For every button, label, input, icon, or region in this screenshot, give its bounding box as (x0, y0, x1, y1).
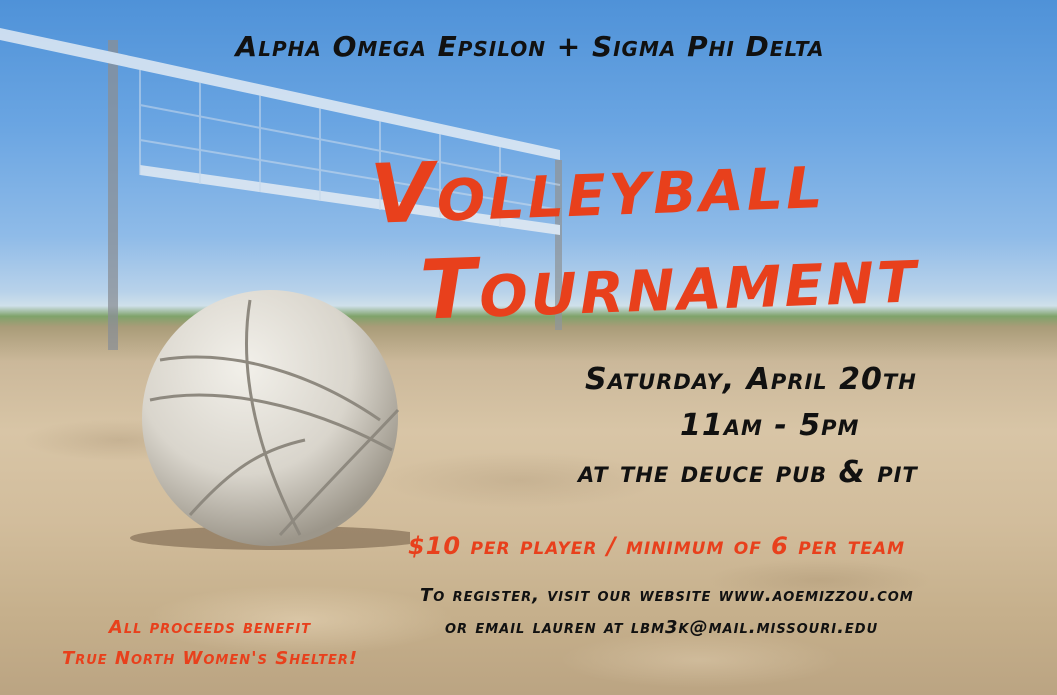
event-time: 11am - 5pm (680, 408, 860, 443)
volleyball-icon (130, 290, 410, 550)
event-date: Saturday, April 20th (585, 362, 917, 397)
benefit-line-1: All proceeds benefit (108, 617, 312, 638)
organizers-header: Alpha Omega Epsilon + Sigma Phi Delta (235, 30, 825, 63)
register-website: To register, visit our website www.aoemi… (420, 585, 914, 606)
register-email: or email lauren at lbm3k@mail.missouri.e… (445, 617, 879, 638)
title-line-1: Volleyball (368, 132, 827, 243)
title-line-2: Tournament (418, 226, 921, 339)
price-info: $10 per player / minimum of 6 per team (408, 532, 906, 560)
volleyball-poster: Alpha Omega Epsilon + Sigma Phi Delta Vo… (0, 0, 1057, 695)
event-location: at the deuce pub & pit (578, 455, 918, 490)
benefit-line-2: True North Women's Shelter! (61, 648, 359, 669)
